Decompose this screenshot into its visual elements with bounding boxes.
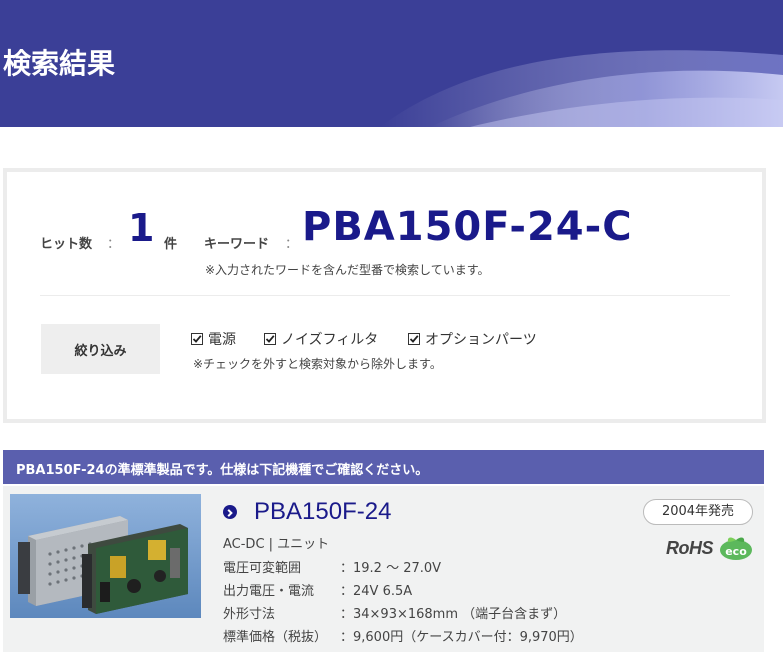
keyword-colon: ： <box>285 237 299 252</box>
product-image[interactable] <box>10 494 201 618</box>
product-category: AC-DC | ユニット <box>223 537 330 552</box>
power-label: 電源 <box>208 332 236 348</box>
page-title: 検索結果 <box>3 47 116 80</box>
filter-note: ※チェックを外すと検索対象から除外します。 <box>193 357 442 371</box>
spec-value: ：19.2 ～ 27.0V <box>340 561 442 576</box>
power-checkbox[interactable] <box>191 333 203 345</box>
spec-key: 電圧可変範囲 <box>223 561 302 576</box>
result-banner: PBA150F-24の準標準製品です。仕様は下記機種でご確認ください。 <box>3 450 764 484</box>
spec-value: ：24V 6.5A <box>340 584 413 599</box>
spec-key: 外形寸法 <box>223 607 276 622</box>
product-name-link[interactable]: PBA150F-24 <box>254 498 391 526</box>
hits-label: ヒット数 <box>40 237 93 252</box>
checkmark-icon <box>192 335 202 343</box>
option-parts-checkbox[interactable] <box>408 333 420 345</box>
summary-divider <box>40 295 730 296</box>
release-badge: 2004年発売 <box>643 499 753 525</box>
filter-option-option-parts[interactable]: オプションパーツ <box>408 329 537 349</box>
search-summary-panel: ヒット数 ： 1 件 キーワード ： PBA150F-24-C ※入力されたワー… <box>3 168 766 423</box>
spec-voltage-range: 電圧可変範囲 ：19.2 ～ 27.0V <box>223 557 441 576</box>
keyword-note: ※入力されたワードを含んだ型番で検索しています。 <box>205 263 490 277</box>
keyword-label: キーワード <box>204 237 270 252</box>
checkmark-icon <box>265 335 275 343</box>
header-wave-decoration <box>380 50 783 127</box>
filter-option-noise-filter[interactable]: ノイズフィルタ <box>264 329 378 349</box>
eco-icon: eco <box>719 533 753 565</box>
hits-unit: 件 <box>164 237 178 252</box>
spec-value: ：9,600円（ケースカバー付：9,970円） <box>340 630 583 645</box>
spec-value: ：34×93×168mm （端子台含まず） <box>340 607 567 622</box>
spec-output: 出力電圧・電流 ：24V 6.5A <box>223 580 412 599</box>
noise-filter-label: ノイズフィルタ <box>281 332 379 348</box>
hits-colon: ： <box>107 237 121 252</box>
product-result-row: PBA150F-24 AC-DC | ユニット 電圧可変範囲 ：19.2 ～ 27… <box>3 486 764 652</box>
spec-dimensions: 外形寸法 ：34×93×168mm （端子台含まず） <box>223 603 566 622</box>
spec-price: 標準価格（税抜） ：9,600円（ケースカバー付：9,970円） <box>223 626 583 645</box>
spec-key: 出力電圧・電流 <box>223 584 315 599</box>
result-banner-text: PBA150F-24の準標準製品です。仕様は下記機種でご確認ください。 <box>16 463 429 478</box>
noise-filter-checkbox[interactable] <box>264 333 276 345</box>
spec-key: 標準価格（税抜） <box>223 630 328 645</box>
page-header: 検索結果 <box>0 0 783 127</box>
filter-button[interactable]: 絞り込み <box>41 324 160 374</box>
filter-option-power[interactable]: 電源 <box>191 329 236 349</box>
option-parts-label: オプションパーツ <box>425 332 537 348</box>
hits-count: 1 <box>128 206 155 250</box>
search-keyword: PBA150F-24-C <box>302 204 633 250</box>
checkmark-icon <box>409 335 419 343</box>
power-supply-image <box>10 494 201 618</box>
chevron-right-icon[interactable] <box>223 505 237 519</box>
eco-text: eco <box>725 545 747 558</box>
rohs-logo: RoHS <box>666 538 714 558</box>
